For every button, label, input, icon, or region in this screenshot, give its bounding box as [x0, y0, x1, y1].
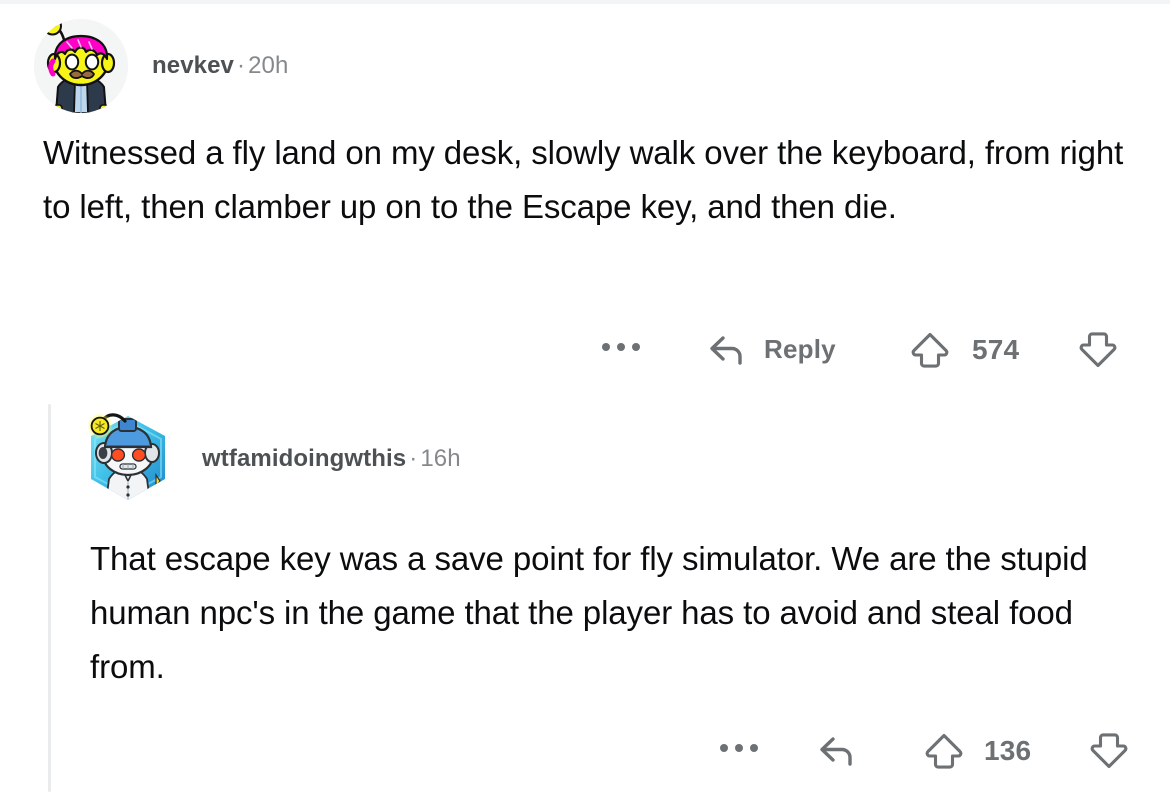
comment-meta: wtfamidoingwthis · 16h [202, 445, 461, 473]
reply-arrow-icon [710, 336, 742, 365]
downvote-arrow-icon [1079, 332, 1117, 368]
comment-author[interactable]: nevkev [152, 52, 234, 79]
comment-body-text: Witnessed a fly land on my desk, slowly … [43, 134, 1124, 225]
reply-button-label: Reply [764, 333, 836, 364]
upvote-arrow-icon [925, 733, 963, 769]
thread-collapse-line[interactable] [48, 404, 51, 792]
upvote-arrow-icon [911, 332, 949, 368]
comment-action-bar: Reply 574 [597, 325, 1137, 377]
downvote-button[interactable] [1086, 728, 1132, 774]
downvote-button[interactable] [1075, 327, 1121, 373]
comment-score: 574 [972, 334, 1020, 365]
comment-header: wtfamidoingwthis · 16h [76, 404, 1136, 514]
comment-header: nevkev · 20h [34, 18, 1134, 114]
comment-score: 136 [984, 735, 1032, 766]
snoo-avatar-pink-hair-icon[interactable] [34, 19, 128, 113]
upvote-button[interactable] [921, 728, 967, 774]
comment-thread-root-comment: nevkev · 20h Witnessed a fly land on my de… [34, 18, 1134, 234]
reddit-comment-thread-screenshot: nevkev · 20h Witnessed a fly land on my de… [0, 0, 1170, 792]
snoo-avatar-robot-hexagon-icon[interactable] [76, 407, 180, 511]
comment-timestamp: 20h [248, 52, 289, 79]
comment-author[interactable]: wtfamidoingwthis [202, 445, 406, 472]
downvote-arrow-icon [1090, 733, 1128, 769]
reply-arrow-icon [820, 737, 852, 766]
comment-thread-reply-comment: wtfamidoingwthis · 16h That escape key was… [76, 404, 1136, 694]
meta-separator: · [237, 52, 246, 79]
reply-button[interactable]: Reply [702, 325, 836, 373]
ellipsis-icon[interactable] [602, 343, 640, 351]
comment-body-text: That escape key was a save point for fly… [90, 540, 1088, 685]
comment-meta: nevkev · 20h [152, 52, 288, 80]
ellipsis-icon[interactable] [720, 744, 758, 752]
comment-timestamp: 16h [420, 445, 461, 472]
upvote-button[interactable] [907, 327, 953, 373]
reply-button[interactable] [812, 726, 874, 774]
top-divider [0, 0, 1170, 4]
meta-separator: · [409, 445, 418, 472]
comment-action-bar: 136 [716, 726, 1136, 778]
